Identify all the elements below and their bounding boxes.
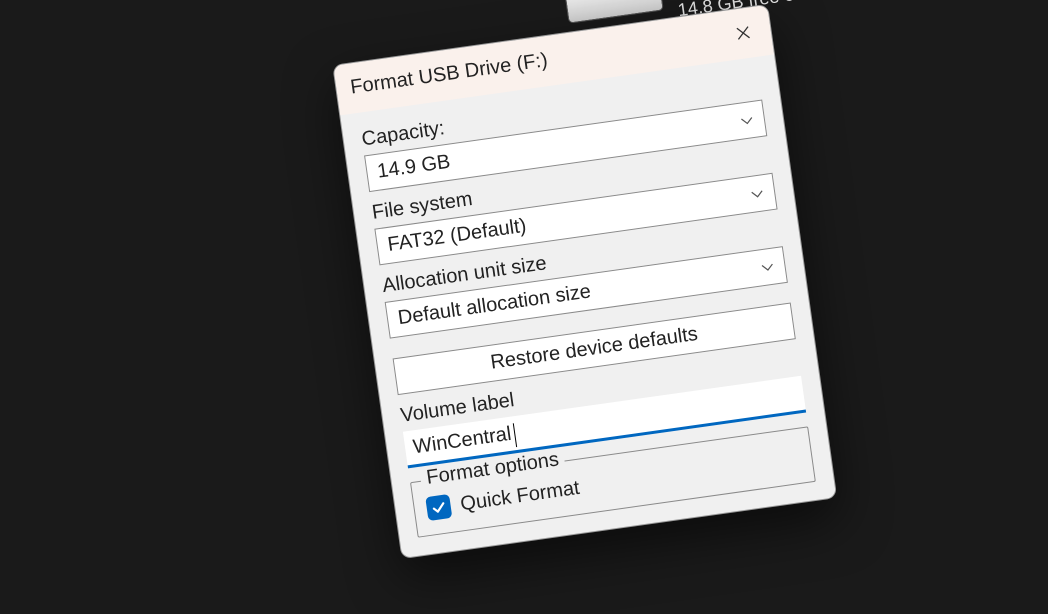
- chevron-down-icon: [739, 112, 755, 128]
- filesystem-value: FAT32 (Default): [386, 215, 528, 257]
- chevron-down-icon: [760, 259, 776, 275]
- format-dialog: Format USB Drive (F:) Capacity: 14.9 GB …: [332, 4, 837, 559]
- check-icon: [430, 498, 448, 516]
- chevron-down-icon: [749, 186, 765, 202]
- close-icon: [734, 24, 751, 41]
- capacity-value: 14.9 GB: [376, 151, 452, 184]
- close-button[interactable]: [727, 17, 759, 49]
- quick-format-checkbox[interactable]: [425, 494, 452, 521]
